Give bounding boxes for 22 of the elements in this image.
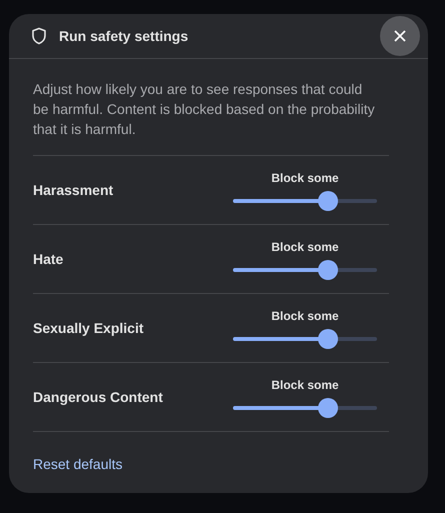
slider-thumb[interactable] (318, 260, 338, 280)
shield-icon (31, 27, 47, 45)
slider-track[interactable] (233, 260, 377, 280)
slider-track[interactable] (233, 329, 377, 349)
slider-thumb[interactable] (318, 191, 338, 211)
slider-thumb[interactable] (318, 329, 338, 349)
slider-value-label: Block some (271, 170, 339, 187)
slider-value-label: Block some (271, 239, 339, 256)
slider-value-label: Block some (271, 377, 339, 394)
slider-track[interactable] (233, 191, 377, 211)
reset-defaults-link[interactable]: Reset defaults (33, 454, 122, 475)
close-icon (393, 29, 407, 43)
close-button[interactable] (380, 16, 420, 56)
slider-track[interactable] (233, 398, 377, 418)
description-text: Adjust how likely you are to see responses that could be harmful. Content is blocked based on the probability that it is harmful. (33, 79, 389, 156)
slider-thumb[interactable] (318, 398, 338, 418)
setting-label: Sexually Explicit (33, 318, 144, 338)
setting-label: Dangerous Content (33, 388, 163, 407)
setting-label: Harassment (33, 180, 114, 200)
dialog-title: Run safety settings (59, 26, 188, 46)
slider-value-label: Block some (271, 308, 339, 325)
setting-label: Hate (33, 250, 64, 268)
